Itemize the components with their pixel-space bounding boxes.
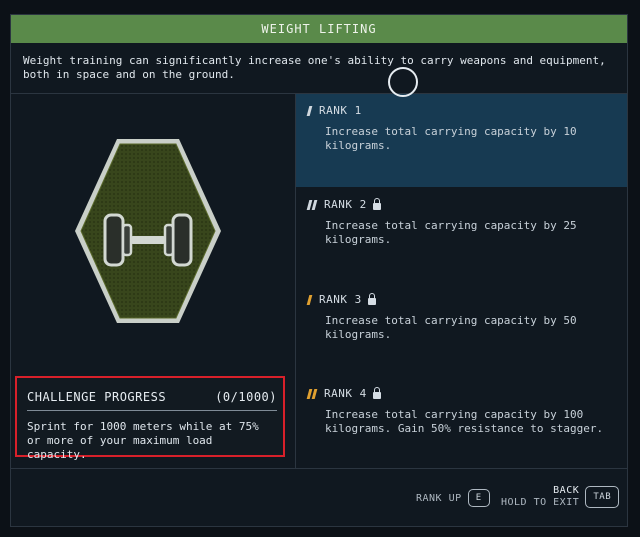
back-label: BACK bbox=[553, 485, 580, 496]
rank-up-label: RANK UP bbox=[416, 492, 462, 504]
lock-icon bbox=[372, 197, 381, 210]
rank-2-label: RANK 2 bbox=[324, 198, 367, 211]
back-key[interactable]: TAB bbox=[585, 486, 620, 508]
rank-3-tier-icon bbox=[306, 294, 313, 305]
hold-to-exit-label: HOLD TO EXIT bbox=[501, 497, 580, 508]
skill-panel: WEIGHT LIFTING Weight training can signi… bbox=[10, 14, 628, 527]
challenge-progress-box: CHALLENGE PROGRESS (0/1000) Sprint for 1… bbox=[15, 376, 285, 461]
lock-icon bbox=[372, 386, 381, 399]
rank-up-key[interactable]: E bbox=[467, 489, 490, 507]
rank-4-description: Increase total carrying capacity by 100 … bbox=[325, 408, 604, 435]
rank-row-2[interactable]: RANK 2 Increase total carrying capacity … bbox=[296, 188, 627, 281]
rank-up-hint[interactable]: RANK UP E bbox=[416, 489, 490, 507]
rank-2-description: Increase total carrying capacity by 25 k… bbox=[325, 219, 577, 246]
rank-1-label: RANK 1 bbox=[319, 104, 362, 117]
skill-badge bbox=[73, 133, 223, 329]
rank-row-4[interactable]: RANK 4 Increase total carrying capacity … bbox=[296, 377, 627, 470]
lock-icon bbox=[367, 292, 376, 305]
rank-2-tier-icon bbox=[306, 199, 318, 210]
skill-description: Weight training can significantly increa… bbox=[23, 54, 606, 81]
rank-row-3[interactable]: RANK 3 Increase total carrying capacity … bbox=[296, 283, 627, 376]
challenge-heading: CHALLENGE PROGRESS bbox=[27, 390, 167, 404]
rank-1-description: Increase total carrying capacity by 10 k… bbox=[325, 125, 577, 152]
back-hint[interactable]: BACK HOLD TO EXIT TAB bbox=[501, 485, 620, 509]
rank-4-tier-icon bbox=[306, 388, 318, 399]
control-hints-bar: RANK UP E BACK HOLD TO EXIT TAB bbox=[11, 469, 627, 527]
rank-3-label: RANK 3 bbox=[319, 293, 362, 306]
rank-row-1[interactable]: RANK 1 Increase total carrying capacity … bbox=[296, 94, 627, 187]
skill-title: WEIGHT LIFTING bbox=[11, 15, 627, 43]
rank-4-label: RANK 4 bbox=[324, 387, 367, 400]
rank-1-tier-icon bbox=[306, 105, 313, 116]
cursor-ring-icon bbox=[388, 67, 418, 97]
challenge-progress-value: (0/1000) bbox=[215, 390, 277, 404]
challenge-description: Sprint for 1000 meters while at 75% or m… bbox=[27, 420, 259, 461]
rank-3-description: Increase total carrying capacity by 50 k… bbox=[325, 314, 577, 341]
challenge-divider bbox=[27, 410, 277, 411]
